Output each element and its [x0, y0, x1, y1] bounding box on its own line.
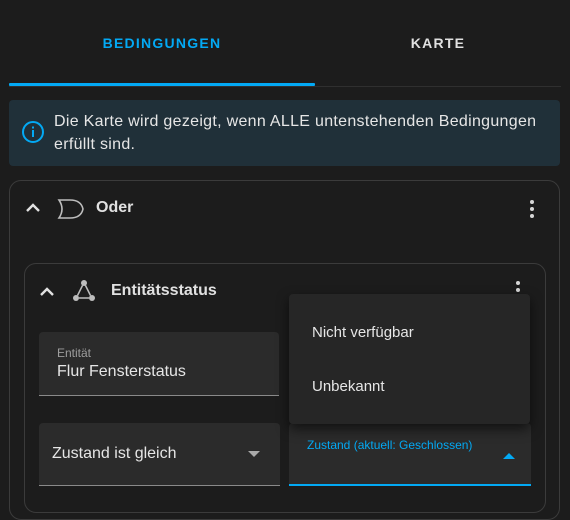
- or-condition-title: Oder: [96, 199, 134, 216]
- entity-field-value: Flur Fensterstatus: [57, 363, 186, 380]
- tab-card[interactable]: KARTE: [315, 0, 561, 86]
- alert-text: Die Karte wird gezeigt, wenn ALLE untens…: [54, 113, 537, 153]
- entity-field-label: Entität: [57, 346, 92, 360]
- state-machine-icon: [73, 280, 95, 301]
- or-gate-icon: [57, 199, 84, 219]
- dropdown-arrow-icon: [248, 451, 260, 457]
- tab-bar: BEDINGUNGEN KARTE: [0, 0, 570, 87]
- entity-state-condition-title: Entitätsstatus: [111, 282, 217, 299]
- or-condition-header[interactable]: Oder: [10, 181, 559, 237]
- dropdown-arrow-up-icon: [503, 453, 515, 459]
- state-mode-select[interactable]: Zustand ist gleich: [39, 423, 280, 486]
- state-dropdown-menu: Nicht verfügbar Unbekannt: [289, 294, 530, 424]
- chevron-up-icon[interactable]: [23, 198, 43, 218]
- tabs-divider: [9, 86, 561, 87]
- entity-field[interactable]: Entität Flur Fensterstatus: [39, 332, 279, 396]
- chevron-up-icon[interactable]: [37, 282, 57, 302]
- dropdown-option[interactable]: Nicht verfügbar: [289, 308, 530, 356]
- info-alert: Die Karte wird gezeigt, wenn ALLE untens…: [9, 100, 560, 166]
- more-vert-icon[interactable]: [522, 197, 542, 221]
- state-select[interactable]: Zustand (aktuell: Geschlossen): [289, 423, 531, 486]
- tab-conditions[interactable]: BEDINGUNGEN: [9, 0, 315, 86]
- info-icon: [22, 121, 44, 143]
- state-select-label: Zustand (aktuell: Geschlossen): [307, 438, 473, 452]
- dropdown-option[interactable]: Unbekannt: [289, 362, 530, 410]
- state-mode-value: Zustand ist gleich: [52, 445, 177, 462]
